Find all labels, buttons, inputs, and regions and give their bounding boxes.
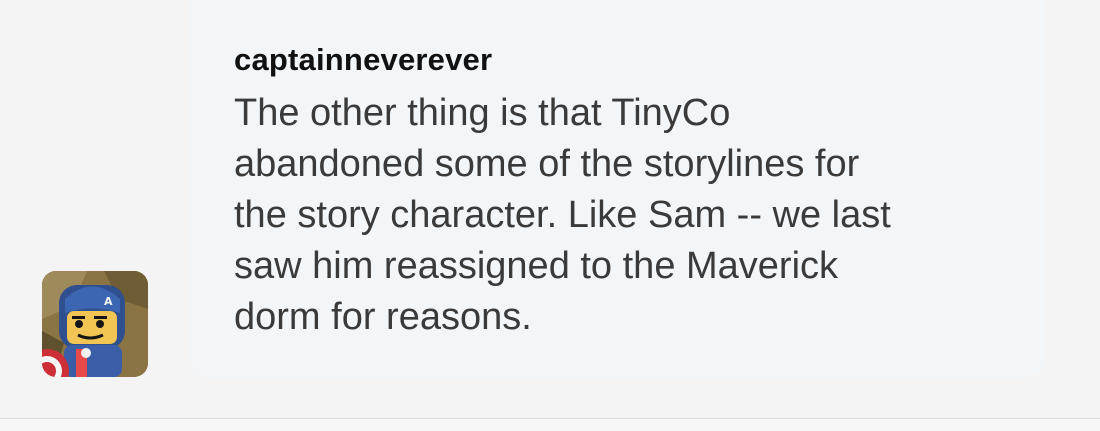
bottom-strip <box>0 419 1100 431</box>
user-avatar[interactable]: A <box>42 271 148 377</box>
message-text: The other thing is that TinyCo abandoned… <box>234 92 891 338</box>
chat-message-row: A captainneverever The other thing is th… <box>0 0 1100 418</box>
message-username[interactable]: captainneverever <box>234 42 492 78</box>
svg-text:A: A <box>104 295 113 308</box>
lego-captain-america-avatar-icon: A <box>42 271 148 377</box>
